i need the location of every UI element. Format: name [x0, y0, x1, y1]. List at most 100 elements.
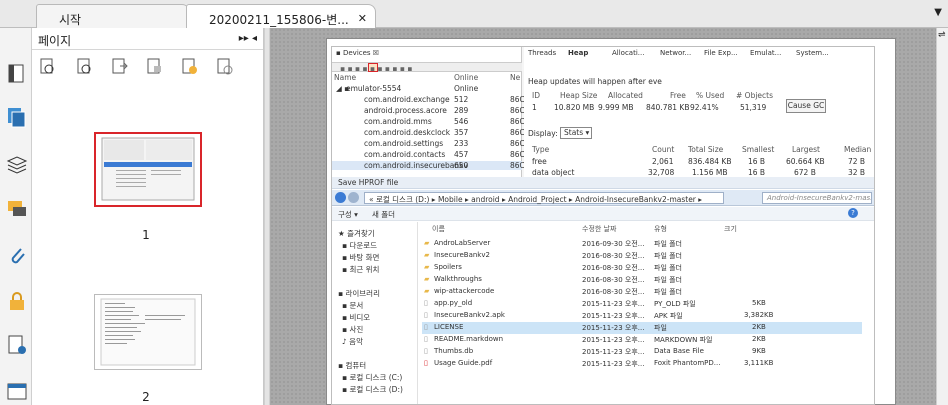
tab-document[interactable]: 20200211_155806-변... ✕ — [186, 4, 376, 29]
back-icon[interactable] — [335, 192, 346, 203]
save-hprof-dialog: Save HPROF file « 로컬 디스크 (D:) ▸ Mobile ▸… — [332, 177, 874, 404]
device-row: com.android.contacts 457 86C — [364, 150, 525, 159]
file-row[interactable]: ▯ app.py_old 2015-11-23 오후... PY_OLD 파일 5KB — [422, 298, 862, 310]
extract-page-icon[interactable] — [147, 58, 163, 76]
new-folder-button[interactable]: 새 폴더 — [372, 209, 395, 220]
file-row[interactable]: ▰ AndroLabServer 2016-09-30 오전... 파일 폴더 — [422, 238, 862, 250]
column-date[interactable]: 수정한 날짜 — [582, 224, 616, 234]
navigation-pane: ★ 즐겨찾기 ▪ 다운로드 ▪ 바탕 화면 ▪ 최근 위치 ▪ 라이브러리 ▪ … — [332, 222, 418, 404]
nav-music[interactable]: ♪ 음악 — [342, 336, 363, 346]
heap-tab-file-explorer: File Exp... — [704, 49, 738, 57]
left-toolbar — [0, 28, 32, 405]
nav-favorites[interactable]: ★ 즐겨찾기 — [338, 228, 375, 238]
breadcrumb[interactable]: « 로컬 디스크 (D:) ▸ Mobile ▸ android ▸ Andro… — [364, 192, 724, 204]
delete-page-icon[interactable] — [217, 58, 233, 76]
heap-tab-emulator: Emulat... — [750, 49, 782, 57]
heap-tab-allocation: Allocati... — [612, 49, 645, 57]
heap-notice: Heap updates will happen after eve — [528, 77, 662, 86]
pages-panel: 페이지 ▸▸ ◂ 1 2 — [32, 28, 264, 405]
column-name[interactable]: 이름 — [432, 224, 445, 234]
form-icon[interactable] — [6, 380, 28, 402]
stats-row: data object 32,708 1.156 MB 16 B 672 B 3… — [532, 168, 866, 177]
lock-icon[interactable] — [6, 290, 28, 312]
device-row: ◢ ▪ emulator-5554 Online — [336, 84, 479, 93]
file-list: 이름 수정한 날짜 유형 크기 ▰ AndroLabServer 2016-09-3… — [422, 222, 874, 404]
close-icon[interactable]: ✕ — [358, 12, 367, 25]
stats-row: free 2,061 836.484 KB 16 B 60.664 KB 72 … — [532, 157, 866, 166]
nav-drive-c[interactable]: ▪ 로컬 디스크 (C:) — [342, 372, 402, 382]
stats-header: Type Count Total Size Smallest Largest M… — [532, 145, 872, 154]
thumbnail-preview — [100, 298, 196, 366]
thumbnail-preview — [101, 137, 195, 201]
cause-gc-button[interactable]: Cause GC — [786, 99, 826, 113]
page-view-icon[interactable] — [6, 62, 28, 84]
devices-header: Name Online Ne — [334, 73, 521, 82]
devices-toolbar: ▪ ▪ ▪ ▪ ▪ ▪ ▪ ▪ ▪ ▪ — [332, 62, 522, 73]
file-row[interactable]: ▰ Walkthroughs 2016-08-30 오전... 파일 폴더 — [422, 274, 862, 286]
device-row: com.android.settings 233 86C — [364, 139, 525, 148]
embedded-screenshot: ▪ Devices ☒ ▪ ▪ ▪ ▪ ▪ ▪ ▪ ▪ ▪ ▪ Name Onl… — [331, 46, 875, 405]
forward-icon[interactable] — [348, 192, 359, 203]
help-icon[interactable]: ? — [848, 208, 858, 218]
replace-page-icon[interactable] — [182, 58, 198, 76]
device-row-selected: com.android.insecurebankv 650 86C — [332, 161, 525, 170]
tab-bar: 시작 20200211_155806-변... ✕ ▼ — [0, 0, 948, 29]
nav-videos[interactable]: ▪ 비디오 — [342, 312, 370, 322]
search-input[interactable]: Android-InsecureBankv2-mas... — [762, 192, 872, 204]
devices-tab: ▪ Devices ☒ — [336, 49, 380, 57]
address-bar: « 로컬 디스크 (D:) ▸ Mobile ▸ android ▸ Andro… — [332, 190, 874, 206]
file-row[interactable]: ▯ InsecureBankv2.apk 2015-11-23 오후... APK 파… — [422, 310, 862, 322]
vertical-scrollbar[interactable]: ⇌ — [936, 28, 948, 405]
tab-label: 시작 — [59, 13, 82, 27]
devices-view: ▪ Devices ☒ ▪ ▪ ▪ ▪ ▪ ▪ ▪ ▪ ▪ ▪ Name Onl… — [332, 47, 525, 177]
nav-recent[interactable]: ▪ 최근 위치 — [342, 264, 379, 274]
page-number-1: 1 — [142, 228, 150, 242]
thumbnail-toolbar — [32, 58, 264, 84]
dialog-toolbar: 구성 ▾ 새 폴더 ? — [332, 207, 874, 221]
tab-start[interactable]: 시작 — [36, 4, 190, 28]
display-label: Display: — [528, 129, 558, 138]
comments-icon[interactable] — [6, 198, 28, 220]
column-size[interactable]: 크기 — [724, 224, 737, 234]
file-row[interactable]: ▯ Usage Guide.pdf 2015-11-23 오후... Foxit Ph… — [422, 358, 862, 370]
pages-panel-icon[interactable] — [6, 106, 28, 128]
device-row: android.process.acore 289 86C — [364, 106, 525, 115]
file-row[interactable]: ▰ Spoilers 2016-08-30 오전... 파일 폴더 — [422, 262, 862, 274]
page-thumbnail-2[interactable] — [94, 294, 202, 370]
display-select[interactable]: Stats ▾ — [560, 127, 592, 139]
heap-view: Threads Heap Allocati... Networ... File … — [524, 47, 874, 177]
file-row[interactable]: ▰ wip-attackercode 2016-08-30 오전... 파일 폴더 — [422, 286, 862, 298]
device-row: com.android.deskclock 357 86C — [364, 128, 525, 137]
chevron-down-icon[interactable]: ▼ — [934, 7, 942, 18]
file-row[interactable]: ▯ Thumbs.db 2015-11-23 오후... Data Base File… — [422, 346, 862, 358]
file-row-selected[interactable]: ▯ LICENSE 2015-11-23 오후... 파일 2KB — [422, 322, 862, 334]
nav-drive-d[interactable]: ▪ 로컬 디스크 (D:) — [342, 384, 403, 394]
nav-desktop[interactable]: ▪ 바탕 화면 — [342, 252, 379, 262]
nav-documents[interactable]: ▪ 문서 — [342, 300, 363, 310]
file-row[interactable]: ▯ README.markdown 2015-11-23 오후... MARKDOWN… — [422, 334, 862, 346]
document-properties-icon[interactable] — [6, 334, 28, 356]
heap-tab-network: Networ... — [660, 49, 692, 57]
zoom-out-icon[interactable] — [77, 58, 93, 76]
page-thumbnail-1[interactable] — [94, 132, 202, 207]
attachment-icon[interactable] — [6, 244, 28, 266]
layers-icon[interactable] — [6, 153, 28, 175]
heap-tab-threads: Threads — [528, 49, 557, 57]
organize-button[interactable]: 구성 ▾ — [338, 209, 358, 220]
insert-page-icon[interactable] — [112, 58, 128, 76]
nav-downloads[interactable]: ▪ 다운로드 — [342, 240, 377, 250]
nav-libraries[interactable]: ▪ 라이브러리 — [338, 288, 380, 298]
device-row: com.android.exchange 512 86C — [364, 95, 525, 104]
device-row: com.android.mms 546 86C — [364, 117, 525, 126]
panel-collapse-icon[interactable]: ▸▸ ◂ — [239, 33, 257, 44]
nav-pictures[interactable]: ▪ 사진 — [342, 324, 363, 334]
page-number-2: 2 — [142, 390, 150, 404]
tab-label: 20200211_155806-변... — [209, 13, 349, 27]
nav-computer[interactable]: ▪ 컴퓨터 — [338, 360, 366, 370]
column-type[interactable]: 유형 — [654, 224, 667, 234]
heap-tab-heap: Heap — [568, 49, 589, 57]
zoom-in-icon[interactable] — [40, 58, 56, 76]
file-row[interactable]: ▰ InsecureBankv2 2016-08-30 오전... 파일 폴더 — [422, 250, 862, 262]
split-view-icon[interactable]: ⇌ — [938, 30, 946, 40]
dialog-title: Save HPROF file — [332, 177, 874, 189]
